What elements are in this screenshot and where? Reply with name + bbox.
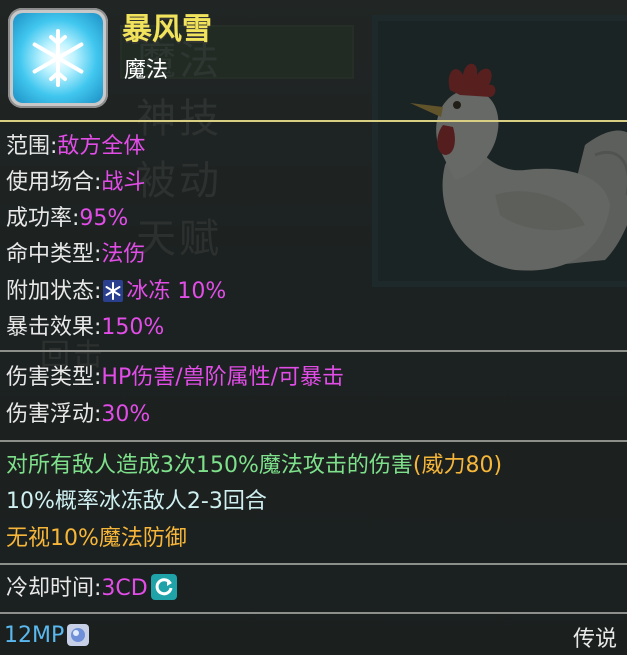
effect-text: 无视10%魔法防御 — [6, 526, 187, 551]
snowflake-icon — [13, 13, 103, 103]
stat-value: 150% — [101, 315, 165, 340]
stat-row-crit: 暴击效果:150% — [6, 313, 164, 343]
damage-type-row: 伤害类型:HP伤害/兽阶属性/可暴击 — [6, 363, 344, 393]
skill-name: 暴风雪 — [122, 12, 212, 47]
rarity-label: 传说 — [572, 627, 617, 652]
stat-row-range: 范围:敌方全体 — [6, 132, 145, 162]
tooltip-header: 暴风雪 魔法 — [0, 0, 627, 120]
effect-text: 10%概率冰冻敌人2-3回合 — [6, 489, 267, 514]
effect-power: (威力80) — [412, 453, 503, 478]
stat-row-hit-type: 命中类型:法伤 — [6, 240, 145, 270]
divider — [0, 563, 627, 565]
mana-cost: 12MP — [4, 623, 90, 648]
stat-value: 法伤 — [101, 242, 146, 267]
stat-label: 范围: — [6, 134, 58, 159]
skill-category: 魔法 — [124, 58, 169, 83]
stat-value: 95% — [79, 206, 129, 231]
effect-line: 对所有敌人造成3次150%魔法攻击的伤害(威力80) — [6, 451, 502, 481]
stat-row-occasion: 使用场合:战斗 — [6, 168, 145, 198]
cooldown-row: 冷却时间:3CD — [6, 574, 177, 604]
divider — [0, 440, 627, 442]
stat-label: 附加状态: — [6, 279, 102, 304]
effect-line: 无视10%魔法防御 — [6, 524, 187, 554]
cooldown-label: 冷却时间: — [6, 576, 102, 601]
stat-label: 命中类型: — [6, 242, 102, 267]
skill-icon-frame — [8, 8, 108, 108]
mana-cost-value: 12MP — [4, 623, 65, 648]
stat-label: 伤害浮动: — [6, 402, 102, 427]
stat-label: 伤害类型: — [6, 365, 102, 390]
divider — [0, 350, 627, 352]
stat-label: 使用场合: — [6, 170, 102, 195]
stat-label: 暴击效果: — [6, 315, 102, 340]
divider — [0, 612, 627, 614]
stat-row-status: 附加状态: 冰冻 10% — [6, 277, 226, 307]
cooldown-icon — [150, 574, 177, 600]
damage-variance-row: 伤害浮动:30% — [6, 400, 150, 430]
cooldown-value: 3CD — [101, 576, 148, 601]
stat-value: HP伤害/兽阶属性/可暴击 — [101, 365, 345, 390]
stat-label: 成功率: — [6, 206, 80, 231]
effect-line: 10%概率冰冻敌人2-3回合 — [6, 487, 267, 517]
effect-text: 对所有敌人造成3次150%魔法攻击的伤害 — [6, 453, 413, 478]
mana-crystal-icon — [67, 624, 90, 646]
stat-value: 30% — [101, 402, 151, 427]
skill-tooltip: 暴风雪 魔法 范围:敌方全体 使用场合:战斗 成功率:95% 命中类型:法伤 附… — [0, 0, 627, 655]
stat-row-success-rate: 成功率:95% — [6, 204, 128, 234]
stat-value: 敌方全体 — [57, 134, 146, 159]
stat-value: 战斗 — [101, 170, 146, 195]
freeze-status-icon — [103, 280, 124, 302]
stat-value: 冰冻 10% — [126, 279, 227, 304]
divider — [0, 120, 627, 122]
